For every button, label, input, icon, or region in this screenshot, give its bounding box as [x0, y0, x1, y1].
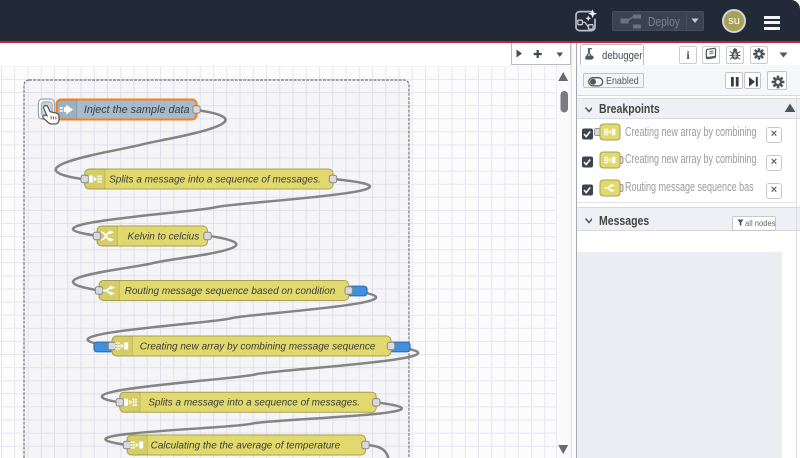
svg-text:Splits a message into a sequen: Splits a message into a sequence of mess… — [148, 398, 360, 409]
svg-text:i: i — [686, 48, 690, 62]
svg-text:Inject the sample data: Inject the sample data — [84, 104, 190, 116]
svg-text:Creating new array by combinin: Creating new array by combining message … — [140, 341, 376, 352]
svg-text:Calculating the the average of: Calculating the the average of temperatu… — [151, 440, 341, 451]
svg-text:Kelvin to celcius: Kelvin to celcius — [128, 231, 200, 242]
svg-text:Routing message sequence based: Routing message sequence based on condit… — [125, 286, 336, 297]
svg-text:Splits a message into a sequen: Splits a message into a sequence of mess… — [109, 174, 321, 185]
